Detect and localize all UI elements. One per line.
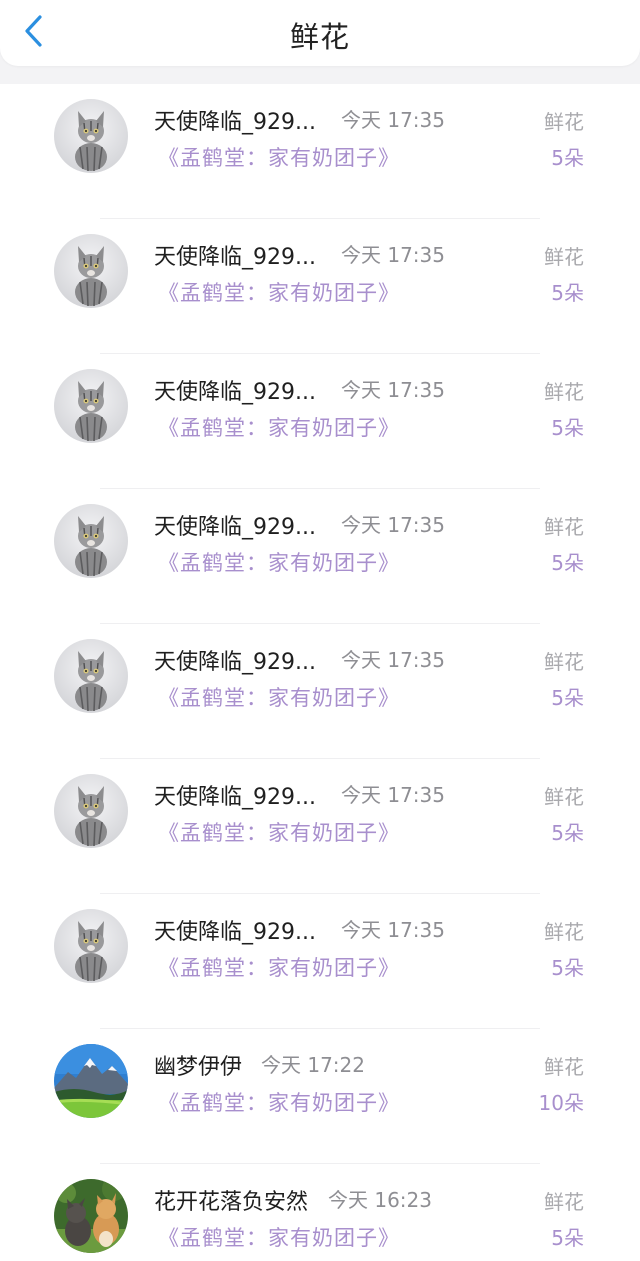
book-title[interactable]: 《孟鹤堂：家有奶团子》 <box>158 1222 400 1252</box>
gift-count: 5朵 <box>551 821 584 845</box>
top-bar: 鲜花 <box>0 0 640 66</box>
kitten-avatar[interactable] <box>54 774 128 848</box>
user-name: 天使降临_929... <box>154 650 316 675</box>
gift-count: 5朵 <box>551 146 584 170</box>
list-item[interactable]: 天使降临_929... 今天 17:35 《孟鹤堂：家有奶团子》 鲜花 5朵 <box>0 489 640 624</box>
book-title[interactable]: 《孟鹤堂：家有奶团子》 <box>158 817 400 847</box>
page-title: 鲜花 <box>289 20 350 54</box>
gift-type: 鲜花 <box>544 1055 584 1079</box>
timestamp: 今天 17:35 <box>341 513 445 537</box>
user-name: 天使降临_929... <box>154 515 316 540</box>
mountain-avatar[interactable] <box>54 1044 128 1118</box>
list-item[interactable]: 幽梦伊伊 今天 17:22 《孟鹤堂：家有奶团子》 鲜花 10朵 <box>0 1029 640 1164</box>
timestamp: 今天 17:35 <box>341 108 445 132</box>
kitten-avatar[interactable] <box>54 234 128 308</box>
gift-count: 5朵 <box>551 416 584 440</box>
book-title[interactable]: 《孟鹤堂：家有奶团子》 <box>158 547 400 577</box>
timestamp: 今天 16:23 <box>328 1188 432 1212</box>
gift-type: 鲜花 <box>544 920 584 944</box>
book-title[interactable]: 《孟鹤堂：家有奶团子》 <box>158 277 400 307</box>
timestamp: 今天 17:22 <box>261 1053 365 1077</box>
user-name: 天使降临_929... <box>154 920 316 945</box>
kitten-avatar[interactable] <box>54 369 128 443</box>
gift-type: 鲜花 <box>544 245 584 269</box>
gift-count: 5朵 <box>551 551 584 575</box>
gift-count: 5朵 <box>551 686 584 710</box>
gift-type: 鲜花 <box>544 785 584 809</box>
kitten-avatar[interactable] <box>54 504 128 578</box>
list-item[interactable]: 天使降临_929... 今天 17:35 《孟鹤堂：家有奶团子》 鲜花 5朵 <box>0 894 640 1029</box>
gift-count: 5朵 <box>551 281 584 305</box>
gift-list: 天使降临_929... 今天 17:35 《孟鹤堂：家有奶团子》 鲜花 5朵 天… <box>0 84 640 1261</box>
list-item[interactable]: 天使降临_929... 今天 17:35 《孟鹤堂：家有奶团子》 鲜花 5朵 <box>0 84 640 219</box>
gift-type: 鲜花 <box>544 110 584 134</box>
book-title[interactable]: 《孟鹤堂：家有奶团子》 <box>158 412 400 442</box>
kitten-avatar[interactable] <box>54 639 128 713</box>
gift-type: 鲜花 <box>544 650 584 674</box>
book-title[interactable]: 《孟鹤堂：家有奶团子》 <box>158 1087 400 1117</box>
list-item[interactable]: 花开花落负安然 今天 16:23 《孟鹤堂：家有奶团子》 鲜花 5朵 <box>0 1164 640 1261</box>
timestamp: 今天 17:35 <box>341 378 445 402</box>
gift-count: 5朵 <box>551 956 584 980</box>
timestamp: 今天 17:35 <box>341 783 445 807</box>
user-name: 天使降临_929... <box>154 380 316 405</box>
timestamp: 今天 17:35 <box>341 243 445 267</box>
gift-count: 5朵 <box>551 1226 584 1250</box>
kitten-avatar[interactable] <box>54 909 128 983</box>
list-item[interactable]: 天使降临_929... 今天 17:35 《孟鹤堂：家有奶团子》 鲜花 5朵 <box>0 354 640 489</box>
user-name: 天使降临_929... <box>154 110 316 135</box>
list-item[interactable]: 天使降临_929... 今天 17:35 《孟鹤堂：家有奶团子》 鲜花 5朵 <box>0 759 640 894</box>
book-title[interactable]: 《孟鹤堂：家有奶团子》 <box>158 682 400 712</box>
gift-type: 鲜花 <box>544 380 584 404</box>
kitten-avatar[interactable] <box>54 99 128 173</box>
timestamp: 今天 17:35 <box>341 918 445 942</box>
book-title[interactable]: 《孟鹤堂：家有奶团子》 <box>158 142 400 172</box>
user-name: 天使降临_929... <box>154 245 316 270</box>
user-name: 花开花落负安然 <box>154 1190 309 1215</box>
user-name: 天使降临_929... <box>154 785 316 810</box>
list-item[interactable]: 天使降临_929... 今天 17:35 《孟鹤堂：家有奶团子》 鲜花 5朵 <box>0 624 640 759</box>
gift-count: 10朵 <box>538 1091 584 1115</box>
user-name: 幽梦伊伊 <box>154 1055 243 1080</box>
timestamp: 今天 17:35 <box>341 648 445 672</box>
gift-type: 鲜花 <box>544 515 584 539</box>
list-item[interactable]: 天使降临_929... 今天 17:35 《孟鹤堂：家有奶团子》 鲜花 5朵 <box>0 219 640 354</box>
gift-type: 鲜花 <box>544 1190 584 1214</box>
cats-avatar[interactable] <box>54 1179 128 1253</box>
book-title[interactable]: 《孟鹤堂：家有奶团子》 <box>158 952 400 982</box>
